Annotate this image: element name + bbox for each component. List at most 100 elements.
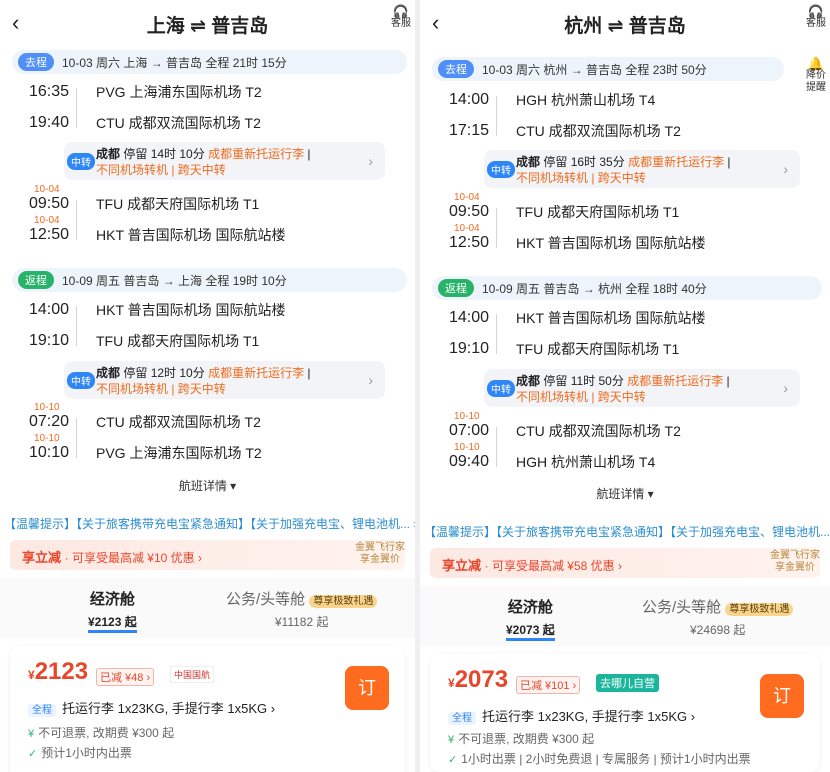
- transfer-line2: 不同机场转机 | 跨天中转: [96, 382, 226, 396]
- right-screen: ‹ 杭州 ⇌ 普吉岛 🎧 客服 去程 10-03 周六 杭州 → 普吉岛 全程 2…: [420, 0, 830, 772]
- ticket-time: ✓ 1小时出票 | 2小时免费退 | 专属服务 | 预计1小时内出票: [448, 752, 751, 766]
- fare-card: ¥2123 已减 ¥48 › 中国国航 订 全程 托运行李 1x23KG, 手提行…: [10, 646, 405, 772]
- route-title: 杭州 ⇌ 普吉岛: [564, 16, 686, 37]
- return-tag: 返程: [18, 271, 54, 289]
- customer-service-button[interactable]: 🎧 客服: [806, 4, 826, 30]
- left-screen: ‹ 上海 ⇌ 普吉岛 🎧 客服 去程 10-03 周六 上海 → 普吉岛 全程 2…: [0, 0, 415, 772]
- transfer-line1: 成都 停留 14时 10分 成都重新托运行李 |: [96, 147, 311, 161]
- chevron-right-icon: ›: [368, 372, 373, 388]
- arr-time: 19:40: [28, 114, 70, 131]
- transfer-line2: 不同机场转机 | 跨天中转: [516, 390, 646, 404]
- flight-details-toggle[interactable]: 航班详情 ▾: [420, 485, 830, 502]
- segment-row: 19:40 CTU 成都双流国际机场 T2: [22, 112, 261, 134]
- return-tag: 返程: [438, 279, 474, 297]
- service-label: 客服: [806, 18, 826, 29]
- dep-time: 10-04 09:50: [28, 184, 70, 212]
- airport: TFU 成都天府国际机场 T1: [516, 204, 680, 220]
- return-info: 10-09 周五 普吉岛 → 上海 全程 19时 10分: [62, 273, 287, 288]
- transfer-line1: 成都 停留 11时 50分 成都重新托运行李 |: [516, 374, 730, 388]
- gold-wing-badge: 金翼飞行家 享金翼价: [355, 542, 405, 565]
- airport: PVG 上海浦东国际机场 T2: [96, 445, 262, 461]
- transfer-info[interactable]: 中转 成都 停留 16时 35分 成都重新托运行李 | 不同机场转机 | 跨天中…: [484, 150, 800, 188]
- tab-business[interactable]: 公务/头等舱 尊享极致礼遇 ¥11182 起: [226, 588, 378, 630]
- transfer-tag: 中转: [67, 153, 95, 170]
- airport: TFU 成都天府国际机场 T1: [96, 333, 260, 349]
- airport: HKT 普吉国际机场 国际航站楼: [96, 227, 286, 243]
- airport: CTU 成都双流国际机场 T2: [516, 123, 681, 139]
- transfer-line1: 成都 停留 12时 10分 成都重新托运行李 |: [96, 366, 311, 380]
- return-info: 10-09 周五 普吉岛 → 杭州 全程 18时 40分: [482, 281, 707, 296]
- dep-time: 16:35: [28, 83, 70, 100]
- book-button[interactable]: 订: [345, 666, 389, 710]
- outbound-info: 10-03 周六 上海 → 普吉岛 全程 21时 15分: [62, 55, 287, 70]
- dep-time: 14:00: [448, 309, 490, 326]
- ticket-time: ✓ 预计1小时内出票: [28, 746, 132, 760]
- dep-time: 14:00: [448, 91, 490, 108]
- notice-banner[interactable]: 【温馨提示】【关于旅客携带充电宝紧急通知】【关于加强充电宝、锂电池机... ›: [4, 515, 415, 532]
- baggage-info[interactable]: 全程 托运行李 1x23KG, 手提行李 1x5KG ›: [448, 706, 695, 725]
- airport: PVG 上海浦东国际机场 T2: [96, 84, 262, 100]
- headset-icon: 🎧: [807, 4, 825, 19]
- book-button[interactable]: 订: [760, 674, 804, 718]
- transfer-line1: 成都 停留 16时 35分 成都重新托运行李 |: [516, 155, 731, 169]
- dep-time: 10-10 07:20: [28, 402, 70, 430]
- return-bar: 返程 10-09 周五 普吉岛 → 上海 全程 19时 10分: [12, 268, 407, 292]
- transfer-info[interactable]: 中转 成都 停留 14时 10分 成都重新托运行李 | 不同机场转机 | 跨天中…: [64, 142, 385, 180]
- dep-time: 14:00: [28, 301, 70, 318]
- segment-row: 19:10 TFU 成都天府国际机场 T1: [22, 330, 259, 352]
- dep-time: 10-04 09:50: [448, 192, 490, 220]
- segment-row: 10-04 12:50 HKT 普吉国际机场 国际航站楼: [442, 223, 706, 254]
- arr-time: 17:15: [448, 122, 490, 139]
- transfer-info[interactable]: 中转 成都 停留 11时 50分 成都重新托运行李 | 不同机场转机 | 跨天中…: [484, 369, 800, 407]
- transfer-tag: 中转: [487, 161, 515, 178]
- transfer-line2: 不同机场转机 | 跨天中转: [516, 171, 646, 185]
- return-bar: 返程 10-09 周五 普吉岛 → 杭州 全程 18时 40分: [432, 276, 822, 300]
- cabin-tabs: 经济舱 ¥2073 起 公务/头等舱 尊享极致礼遇 ¥24698 起: [420, 586, 830, 646]
- cabin-tabs: 经济舱 ¥2123 起 公务/头等舱 尊享极致礼遇 ¥11182 起: [0, 578, 415, 638]
- promo-bar[interactable]: 享立减 · 可享受最高减 ¥58 优惠 › 金翼飞行家 享金翼价: [430, 548, 820, 578]
- customer-service-button[interactable]: 🎧 客服: [391, 4, 411, 30]
- arr-time: 19:10: [448, 340, 490, 357]
- refund-rule: ¥ 不可退票, 改期费 ¥300 起: [448, 732, 595, 746]
- fare-price: ¥2073: [448, 666, 509, 693]
- segment-row: 10-10 10:10 PVG 上海浦东国际机场 T2: [22, 433, 262, 464]
- outbound-bar: 去程 10-03 周六 杭州 → 普吉岛 全程 23时 50分: [432, 57, 784, 81]
- discount-badge[interactable]: 已减 ¥48 ›: [96, 668, 155, 686]
- transfer-info[interactable]: 中转 成都 停留 12时 10分 成都重新托运行李 | 不同机场转机 | 跨天中…: [64, 361, 385, 399]
- arr-time: 10-04 12:50: [28, 215, 70, 243]
- promo-bar[interactable]: 享立减 · 可享受最高减 ¥10 优惠 › 金翼飞行家 享金翼价: [10, 540, 405, 570]
- airline-logo: 中国国航: [170, 666, 215, 683]
- fare-card: ¥2073 已减 ¥101 › 去哪儿自营 订 全程 托运行李 1x23KG, 手…: [430, 654, 820, 772]
- outbound-tag: 去程: [438, 60, 474, 78]
- airport: HGH 杭州萧山机场 T4: [516, 92, 656, 108]
- chevron-right-icon: ›: [783, 161, 788, 177]
- chevron-right-icon: ›: [783, 380, 788, 396]
- notice-banner[interactable]: 【温馨提示】【关于旅客携带充电宝紧急通知】【关于加强充电宝、锂电池机... ›: [424, 523, 830, 540]
- segment-row: 10-04 12:50 HKT 普吉国际机场 国际航站楼: [22, 215, 286, 246]
- segment-row: 16:35 PVG 上海浦东国际机场 T2: [22, 81, 262, 103]
- segment-row: 10-10 07:20 CTU 成都双流国际机场 T2: [22, 402, 261, 433]
- flight-details-toggle[interactable]: 航班详情 ▾: [0, 477, 415, 494]
- transfer-tag: 中转: [67, 372, 95, 389]
- route-title: 上海 ⇌ 普吉岛: [146, 16, 269, 37]
- headset-icon: 🎧: [392, 4, 410, 19]
- price-drop-label: 降价提醒: [806, 70, 826, 93]
- outbound-info: 10-03 周六 杭州 → 普吉岛 全程 23时 50分: [482, 62, 707, 77]
- baggage-info[interactable]: 全程 托运行李 1x23KG, 手提行李 1x5KG ›: [28, 698, 275, 717]
- tab-business[interactable]: 公务/头等舱 尊享极致礼遇 ¥24698 起: [642, 596, 794, 638]
- segment-row: 19:10 TFU 成都天府国际机场 T1: [442, 338, 679, 360]
- promo-text: 享立减 · 可享受最高减 ¥58 优惠 ›: [442, 558, 622, 573]
- tab-economy[interactable]: 经济舱 ¥2123 起: [88, 588, 137, 633]
- transfer-line2: 不同机场转机 | 跨天中转: [96, 163, 226, 177]
- segment-row: 10-04 09:50 TFU 成都天府国际机场 T1: [442, 192, 680, 223]
- tab-economy[interactable]: 经济舱 ¥2073 起: [506, 596, 555, 641]
- price-drop-alert[interactable]: 🔔 降价提醒: [804, 57, 828, 94]
- gold-wing-badge: 金翼飞行家 享金翼价: [770, 550, 820, 573]
- outbound-bar: 去程 10-03 周六 上海 → 普吉岛 全程 21时 15分: [12, 50, 407, 74]
- discount-badge[interactable]: 已减 ¥101 ›: [516, 676, 581, 694]
- segment-row: 14:00 HKT 普吉国际机场 国际航站楼: [22, 299, 286, 321]
- segment-row: 17:15 CTU 成都双流国际机场 T2: [442, 120, 681, 142]
- airport: HKT 普吉国际机场 国际航站楼: [516, 235, 706, 251]
- arr-time: 19:10: [28, 332, 70, 349]
- arr-time: 10-04 12:50: [448, 223, 490, 251]
